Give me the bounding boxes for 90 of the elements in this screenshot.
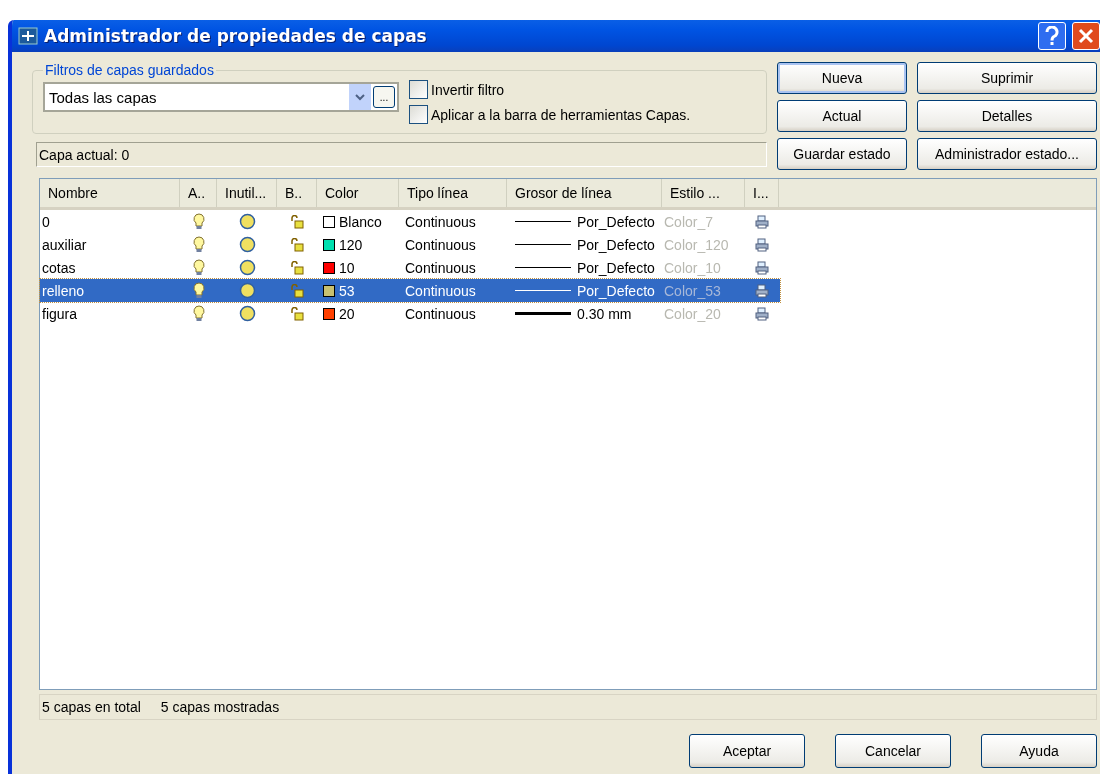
table-row[interactable]: auxiliar 120 Continuous Por_Defecto Color_120 xyxy=(40,233,780,256)
padlock-icon[interactable] xyxy=(290,283,304,298)
layers-icon xyxy=(18,27,38,45)
column-header[interactable]: B.. xyxy=(277,179,317,207)
sun-icon[interactable] xyxy=(238,213,256,230)
padlock-icon[interactable] xyxy=(290,306,304,321)
table-cell-text: Color_7 xyxy=(663,212,715,232)
table-row[interactable]: relleno 53 Continuous Por_Defecto Color_53 xyxy=(40,279,780,302)
close-icon xyxy=(1078,28,1094,44)
printer-icon[interactable] xyxy=(755,237,769,252)
table-cell: Blanco xyxy=(339,213,382,230)
table-row[interactable]: 0 Blanco Continuous Por_Defecto Color_7 xyxy=(40,210,780,233)
table-cell: Por_Defecto xyxy=(577,259,655,276)
dialog-button[interactable]: Aceptar xyxy=(689,734,805,768)
padlock-icon[interactable] xyxy=(290,260,304,275)
column-header[interactable]: Color xyxy=(317,179,399,207)
column-header[interactable]: Grosor de línea xyxy=(507,179,662,207)
table-cell-text: figura xyxy=(41,304,79,324)
table-cell-text: Color_20 xyxy=(663,304,722,324)
dialog-button[interactable]: Cancelar xyxy=(835,734,951,768)
color-swatch[interactable] xyxy=(323,215,335,228)
table-cell: 20 xyxy=(339,305,355,322)
group-label: Filtros de capas guardados xyxy=(44,62,215,78)
table-cell: Por_Defecto xyxy=(577,213,655,230)
printer-icon[interactable] xyxy=(755,306,769,321)
table-cell: 10 xyxy=(339,259,355,276)
printer-icon[interactable] xyxy=(755,260,769,275)
table-cell-text: Continuous xyxy=(404,258,477,278)
sun-icon[interactable] xyxy=(238,282,256,299)
action-button[interactable]: Administrador estado... xyxy=(917,138,1097,170)
table-cell-text: Color_53 xyxy=(663,281,722,301)
sun-icon[interactable] xyxy=(238,236,256,253)
column-header[interactable]: Inutil... xyxy=(217,179,277,207)
column-header[interactable]: Tipo línea xyxy=(399,179,507,207)
color-swatch[interactable] xyxy=(323,261,335,274)
table-cell: Por_Defecto xyxy=(577,236,655,253)
table-cell-text: Continuous xyxy=(404,281,477,301)
table-cell-text: auxiliar xyxy=(41,235,88,255)
column-header[interactable]: Nombre xyxy=(40,179,180,207)
filter-dropdown[interactable]: Todas las capas ... xyxy=(43,82,399,112)
table-cell-text: 0 xyxy=(41,212,51,232)
action-button[interactable]: Detalles xyxy=(917,100,1097,132)
table-row[interactable]: figura 20 Continuous 0.30 mm Color_20 xyxy=(40,302,780,325)
table-cell-text: cotas xyxy=(41,258,77,278)
lightbulb-icon[interactable] xyxy=(192,305,205,322)
color-swatch[interactable] xyxy=(323,284,335,297)
dialog-button[interactable]: Ayuda xyxy=(981,734,1097,768)
column-header[interactable]: Estilo ... xyxy=(662,179,745,207)
padlock-icon[interactable] xyxy=(290,214,304,229)
table-cell-text: Continuous xyxy=(404,212,477,232)
table-cell-text: Continuous xyxy=(404,304,477,324)
lightbulb-icon[interactable] xyxy=(192,259,205,276)
action-button[interactable]: Actual xyxy=(777,100,907,132)
column-header[interactable]: I... xyxy=(745,179,779,207)
action-button[interactable]: Nueva xyxy=(777,62,907,94)
table-cell: 0.30 mm xyxy=(577,305,632,322)
table-cell-text: Color_10 xyxy=(663,258,722,278)
table-row[interactable]: cotas 10 Continuous Por_Defecto Color_10 xyxy=(40,256,780,279)
padlock-icon[interactable] xyxy=(290,237,304,252)
checkbox-label: Aplicar a la barra de herramientas Capas. xyxy=(431,106,691,123)
sun-icon[interactable] xyxy=(238,305,256,322)
table-cell-text: Color_120 xyxy=(663,235,730,255)
lightbulb-icon[interactable] xyxy=(192,236,205,253)
printer-icon[interactable] xyxy=(755,283,769,298)
lightbulb-icon[interactable] xyxy=(192,282,205,299)
checkbox[interactable] xyxy=(409,105,428,124)
table-cell-text: relleno xyxy=(41,281,86,301)
checkbox-label: Invertir filtro xyxy=(431,81,505,98)
help-icon xyxy=(1045,26,1059,46)
action-button[interactable]: Guardar estado xyxy=(777,138,907,170)
lightbulb-icon[interactable] xyxy=(192,213,205,230)
color-swatch[interactable] xyxy=(323,238,335,251)
table-cell: 53 xyxy=(339,282,355,299)
table-cell-text: Continuous xyxy=(404,235,477,255)
table-cell: Por_Defecto xyxy=(577,282,655,299)
current-layer-field: Capa actual: 0 xyxy=(36,142,767,167)
window-title: Administrador de propiedades de capas xyxy=(44,26,428,46)
table-cell: 120 xyxy=(339,236,363,253)
chevron-down-icon xyxy=(355,93,365,101)
sun-icon[interactable] xyxy=(238,259,256,276)
close-button[interactable] xyxy=(1072,22,1100,50)
browse-button[interactable]: ... xyxy=(373,86,395,108)
column-header[interactable]: A.. xyxy=(180,179,217,207)
color-swatch[interactable] xyxy=(323,307,335,320)
action-button[interactable]: Suprimir xyxy=(917,62,1097,94)
checkbox[interactable] xyxy=(409,80,428,99)
help-button[interactable] xyxy=(1038,22,1066,50)
status-text: 5 capas mostradas xyxy=(160,699,280,715)
printer-icon[interactable] xyxy=(755,214,769,229)
status-text: 5 capas en total xyxy=(42,699,141,715)
